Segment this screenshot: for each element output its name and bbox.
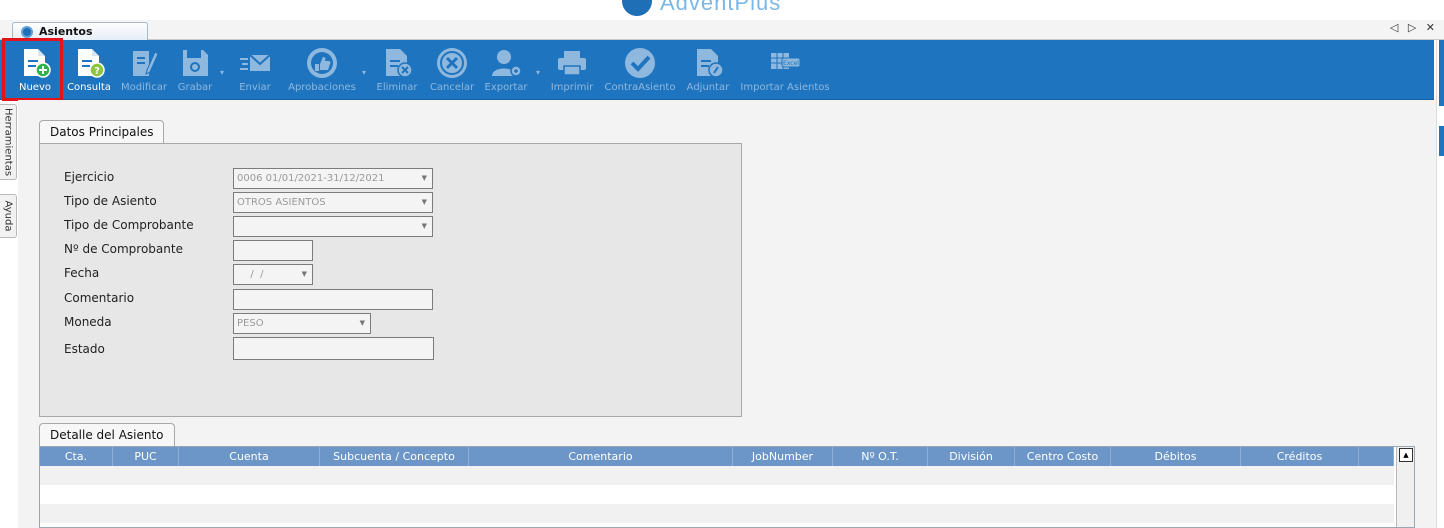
right-edge-panel xyxy=(1436,40,1444,528)
comentario-label: Comentario xyxy=(64,291,135,305)
send-icon xyxy=(240,54,271,71)
main-content: Datos Principales Ejercicio 0006 01/01/2… xyxy=(18,100,1436,528)
grid-vertical-scrollbar[interactable]: ▲ xyxy=(1396,447,1414,527)
imprimir-button[interactable]: Imprimir xyxy=(546,40,598,98)
main-toolbar: Nuevo ? Consulta Modificar Grabar ▾ Envi… xyxy=(0,40,1434,100)
contraasiento-button[interactable]: ContraAsiento xyxy=(602,40,678,98)
right-edge-band-top xyxy=(1439,40,1444,106)
table-row[interactable] xyxy=(40,485,1394,504)
estado-label: Estado xyxy=(64,342,105,356)
grabar-label: Grabar xyxy=(177,82,213,93)
column-header-puc[interactable]: PUC xyxy=(113,447,179,466)
adjuntar-label: Adjuntar xyxy=(686,82,730,93)
column-header-cta[interactable]: Cta. xyxy=(40,447,113,466)
approve-icon xyxy=(307,48,337,78)
fecha-label: Fecha xyxy=(64,266,100,280)
column-header-centro-costo[interactable]: Centro Costo xyxy=(1015,447,1111,466)
exportar-label: Exportar xyxy=(484,82,528,93)
grabar-dropdown-arrow[interactable]: ▾ xyxy=(220,68,224,77)
edit-icon xyxy=(133,51,159,76)
modificar-label: Modificar xyxy=(121,82,167,93)
adjuntar-button[interactable]: Adjuntar xyxy=(682,40,734,98)
group-tab-datos-principales[interactable]: Datos Principales xyxy=(39,120,165,144)
side-tab-herramientas-label: Herramientas xyxy=(2,107,14,177)
tipo-asiento-label: Tipo de Asiento xyxy=(64,194,157,208)
nuevo-highlight-box xyxy=(2,38,63,101)
exportar-dropdown-arrow[interactable]: ▾ xyxy=(536,68,540,77)
detalle-asiento-grid[interactable]: Cta. PUC Cuenta Subcuenta / Concepto Com… xyxy=(39,446,1415,528)
aprobaciones-label: Aprobaciones xyxy=(288,82,356,93)
consulta-button[interactable]: ? Consulta xyxy=(64,40,114,98)
moneda-label: Moneda xyxy=(64,315,112,329)
exportar-button[interactable]: Exportar xyxy=(480,40,532,98)
right-edge-band-mid xyxy=(1439,126,1444,156)
column-header-subcuenta[interactable]: Subcuenta / Concepto xyxy=(320,447,469,466)
logo-icon xyxy=(622,0,652,16)
aprobaciones-dropdown-arrow[interactable]: ▾ xyxy=(362,68,366,77)
tipo-asiento-select[interactable]: OTROS ASIENTOS xyxy=(233,192,433,213)
column-header-creditos[interactable]: Créditos xyxy=(1241,447,1359,466)
export-icon xyxy=(492,50,522,77)
ejercicio-label: Ejercicio xyxy=(64,170,115,184)
modificar-button[interactable]: Modificar xyxy=(116,40,172,98)
comentario-input[interactable] xyxy=(233,289,433,310)
svg-text:Excel: Excel xyxy=(783,60,799,67)
app-logo-strip: AdventPlus xyxy=(0,0,1444,20)
query-document-icon: ? xyxy=(78,49,105,78)
group-tab-detalle-asiento[interactable]: Detalle del Asiento xyxy=(39,423,175,447)
imprimir-label: Imprimir xyxy=(550,82,594,93)
eliminar-label: Eliminar xyxy=(376,82,418,93)
tipo-comprobante-select[interactable] xyxy=(233,216,433,237)
enviar-label: Enviar xyxy=(239,82,271,93)
num-comprobante-label: Nº de Comprobante xyxy=(64,242,183,256)
column-header-num-ot[interactable]: Nº O.T. xyxy=(833,447,928,466)
table-row[interactable] xyxy=(40,504,1394,523)
cancelar-label: Cancelar xyxy=(429,82,475,93)
column-header-debitos[interactable]: Débitos xyxy=(1111,447,1241,466)
column-header-cuenta[interactable]: Cuenta xyxy=(179,447,320,466)
svg-text:?: ? xyxy=(94,66,100,77)
moneda-select[interactable]: PESO xyxy=(233,313,371,334)
side-tab-herramientas[interactable]: Herramientas xyxy=(0,104,17,180)
excel-icon: Excel xyxy=(771,53,801,69)
cancelar-button[interactable]: Cancelar xyxy=(426,40,478,98)
tipo-comprobante-label: Tipo de Comprobante xyxy=(64,218,194,232)
delete-icon xyxy=(386,49,413,78)
column-header-division[interactable]: División xyxy=(928,447,1015,466)
module-icon xyxy=(21,26,33,38)
tab-navigation-controls[interactable]: ◁ ▷ ✕ xyxy=(1390,21,1438,34)
save-icon xyxy=(183,50,208,76)
datos-principales-panel: Ejercicio 0006 01/01/2021-31/12/2021 Tip… xyxy=(39,143,742,417)
ejercicio-select[interactable]: 0006 01/01/2021-31/12/2021 xyxy=(233,168,433,189)
column-header-jobnumber[interactable]: JobNumber xyxy=(733,447,833,466)
side-tab-ayuda[interactable]: Ayuda xyxy=(0,194,17,238)
aprobaciones-button[interactable]: Aprobaciones xyxy=(286,40,358,98)
column-header-extra[interactable] xyxy=(1359,447,1394,466)
importar-asientos-label: Importar Asientos xyxy=(740,82,830,93)
side-tab-ayuda-label: Ayuda xyxy=(2,200,14,232)
attach-icon xyxy=(697,49,724,78)
enviar-button[interactable]: Enviar xyxy=(228,40,282,98)
print-icon xyxy=(558,51,586,76)
grid-header-row: Cta. PUC Cuenta Subcuenta / Concepto Com… xyxy=(40,447,1394,466)
num-comprobante-input[interactable] xyxy=(233,240,313,261)
check-icon xyxy=(625,48,655,78)
cancel-icon xyxy=(437,48,467,78)
table-row[interactable] xyxy=(40,466,1394,485)
consulta-label: Consulta xyxy=(67,82,111,93)
importar-asientos-button[interactable]: Excel Importar Asientos xyxy=(738,40,832,98)
estado-input xyxy=(233,337,434,360)
grabar-button[interactable]: Grabar xyxy=(172,40,218,98)
contraasiento-label: ContraAsiento xyxy=(604,82,676,93)
fecha-date-picker[interactable]: / / xyxy=(233,264,313,285)
eliminar-button[interactable]: Eliminar xyxy=(372,40,422,98)
logo-text: AdventPlus xyxy=(660,0,782,15)
document-tab-bar: Asientos Contables ◁ ▷ ✕ xyxy=(0,20,1444,55)
column-header-comentario[interactable]: Comentario xyxy=(469,447,733,466)
scroll-up-arrow-icon[interactable]: ▲ xyxy=(1399,448,1413,462)
